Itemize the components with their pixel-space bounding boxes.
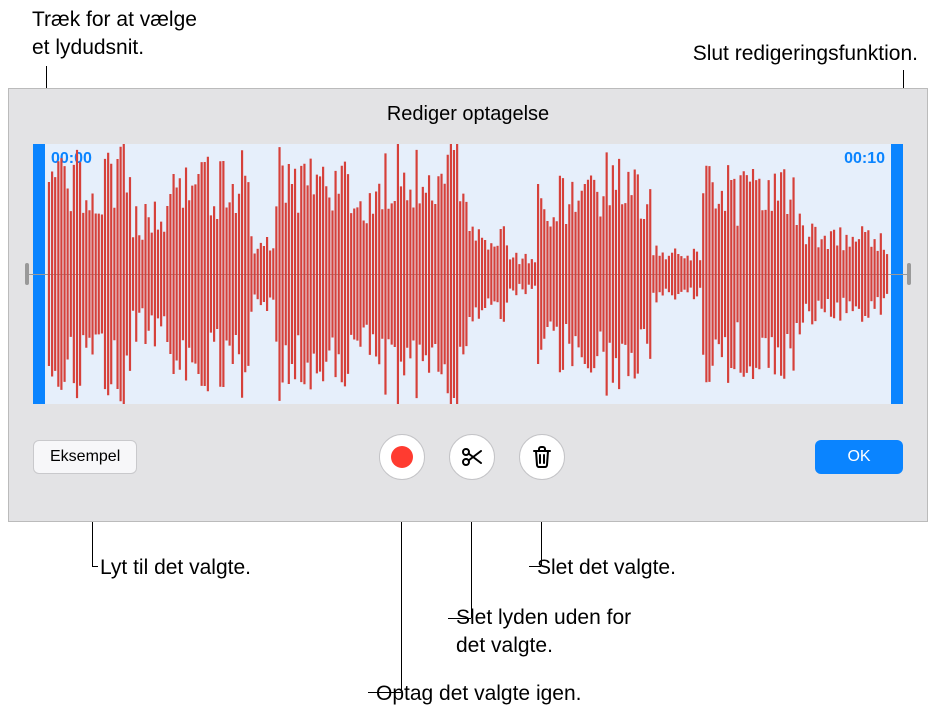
callout-drag: Træk for at vælge et lydudsnit. bbox=[32, 6, 197, 63]
ok-button[interactable]: OK bbox=[815, 440, 903, 474]
scissors-icon bbox=[460, 445, 484, 469]
callout-delete: Slet det valgte. bbox=[537, 554, 676, 582]
toolbar: Eksempel OK bbox=[9, 430, 927, 490]
delete-button[interactable] bbox=[519, 434, 565, 480]
waveform-selection[interactable]: 00:00 00:10 bbox=[33, 144, 903, 404]
callout-end: Slut redigeringsfunktion. bbox=[693, 40, 918, 68]
panel-title: Rediger optagelse bbox=[9, 89, 927, 136]
edit-recording-panel: Rediger optagelse 00:00 00:10 Eksempel O… bbox=[8, 88, 928, 522]
callout-trim: Slet lyden uden for det valgte. bbox=[456, 604, 631, 661]
callout-line bbox=[529, 566, 541, 567]
callout-line bbox=[368, 692, 401, 693]
callout-rerec: Optag det valgte igen. bbox=[376, 680, 581, 708]
callout-line bbox=[401, 500, 402, 692]
trash-icon bbox=[531, 445, 553, 469]
record-button[interactable] bbox=[379, 434, 425, 480]
trim-button[interactable] bbox=[449, 434, 495, 480]
waveform-graphic bbox=[45, 144, 891, 404]
preview-button[interactable]: Eksempel bbox=[33, 440, 137, 474]
record-icon bbox=[391, 446, 413, 468]
callout-line bbox=[448, 618, 471, 619]
callout-line bbox=[92, 566, 98, 567]
callout-listen: Lyt til det valgte. bbox=[100, 554, 251, 582]
